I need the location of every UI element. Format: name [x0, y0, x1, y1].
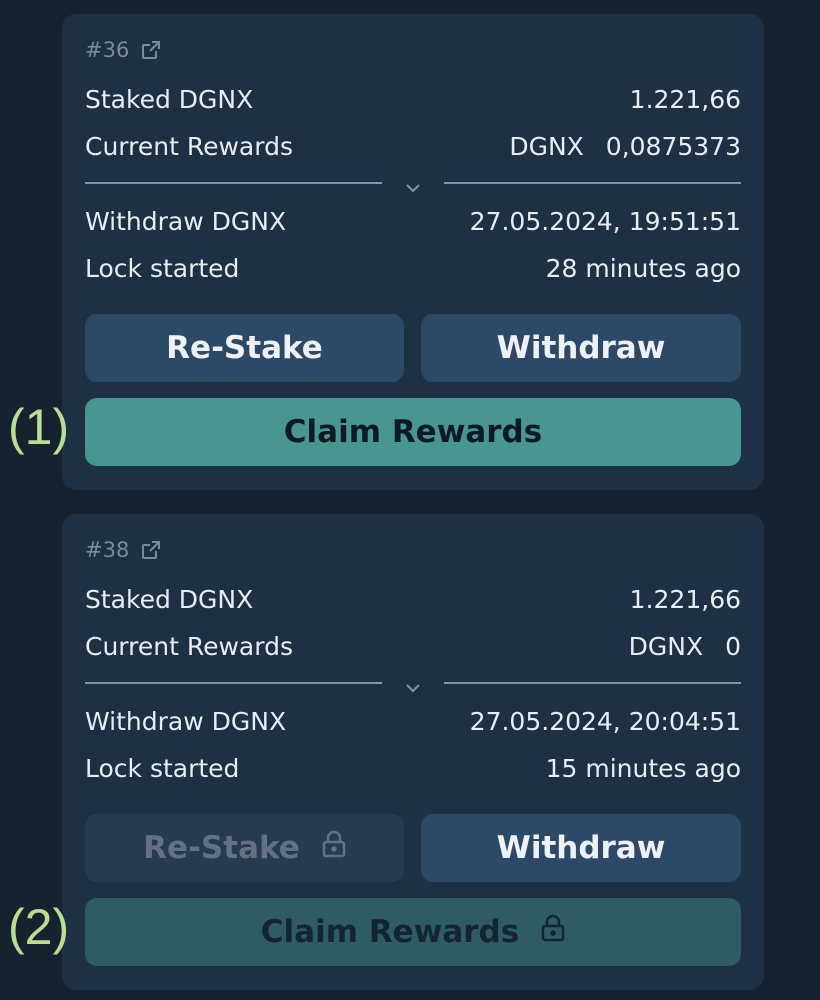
chevron-down-icon[interactable] — [405, 678, 421, 697]
divider-line-right — [444, 682, 741, 684]
withdraw-date-row: Withdraw DGNX 27.05.2024, 20:04:51 — [85, 704, 741, 738]
details-divider — [85, 182, 741, 193]
lock-value: 15 minutes ago — [545, 753, 741, 783]
withdraw-button-label: Withdraw — [496, 330, 666, 366]
staked-value: 1.221,66 — [629, 584, 741, 614]
restake-button-disabled: Re-Stake — [85, 814, 404, 882]
lock-icon — [322, 830, 346, 866]
rewards-row: Current Rewards DGNX 0 — [85, 629, 741, 663]
external-link-icon[interactable] — [141, 540, 161, 560]
staked-row: Staked DGNX 1.221,66 — [85, 82, 741, 116]
stake-id-row: #38 — [85, 538, 161, 562]
claim-rewards-button[interactable]: Claim Rewards — [85, 398, 741, 466]
stake-id: #36 — [85, 38, 130, 62]
withdraw-button[interactable]: Withdraw — [421, 314, 741, 382]
lock-label: Lock started — [85, 253, 240, 283]
stake-id: #38 — [85, 538, 130, 562]
lock-started-row: Lock started 15 minutes ago — [85, 751, 741, 785]
divider-line-left — [85, 182, 382, 184]
details-divider — [85, 682, 741, 693]
claim-label: Claim Rewards — [283, 414, 543, 450]
rewards-value: 0 — [725, 631, 741, 661]
rewards-value: 0,0875373 — [605, 131, 741, 161]
staked-row: Staked DGNX 1.221,66 — [85, 582, 741, 616]
rewards-value-group: DGNX 0,0875373 — [509, 132, 741, 161]
rewards-label: Current Rewards — [85, 131, 293, 161]
claim-label: Claim Rewards — [260, 914, 520, 950]
withdraw-button-label: Withdraw — [496, 830, 666, 866]
stake-card-36: #36 Staked DGNX 1.221,66 Current Rewards… — [62, 14, 764, 490]
withdraw-date-row: Withdraw DGNX 27.05.2024, 19:51:51 — [85, 204, 741, 238]
withdraw-button[interactable]: Withdraw — [421, 814, 741, 882]
lock-value: 28 minutes ago — [545, 253, 741, 283]
withdraw-label: Withdraw DGNX — [85, 706, 287, 736]
withdraw-label: Withdraw DGNX — [85, 206, 287, 236]
restake-label: Re-Stake — [143, 830, 300, 866]
annotation-marker-1: (1) — [8, 399, 70, 455]
external-link-icon[interactable] — [141, 40, 161, 60]
rewards-value-group: DGNX 0 — [629, 632, 741, 661]
staked-label: Staked DGNX — [85, 84, 254, 114]
rewards-label: Current Rewards — [85, 631, 293, 661]
divider-line-left — [85, 682, 382, 684]
rewards-row: Current Rewards DGNX 0,0875373 — [85, 129, 741, 163]
staked-value: 1.221,66 — [629, 84, 741, 114]
withdraw-date: 27.05.2024, 20:04:51 — [469, 706, 741, 736]
rewards-currency: DGNX — [509, 131, 584, 161]
chevron-down-icon[interactable] — [405, 178, 421, 197]
claim-rewards-button-disabled: Claim Rewards — [85, 898, 741, 966]
restake-label: Re-Stake — [166, 330, 323, 366]
stake-card-38: #38 Staked DGNX 1.221,66 Current Rewards… — [62, 514, 764, 990]
lock-icon — [541, 914, 565, 950]
divider-line-right — [444, 182, 741, 184]
lock-started-row: Lock started 28 minutes ago — [85, 251, 741, 285]
withdraw-date: 27.05.2024, 19:51:51 — [469, 206, 741, 236]
rewards-currency: DGNX — [628, 631, 704, 661]
restake-button[interactable]: Re-Stake — [85, 314, 404, 382]
stake-id-row: #36 — [85, 38, 161, 62]
lock-label: Lock started — [85, 753, 240, 783]
annotation-marker-2: (2) — [8, 899, 70, 955]
staked-label: Staked DGNX — [85, 584, 254, 614]
